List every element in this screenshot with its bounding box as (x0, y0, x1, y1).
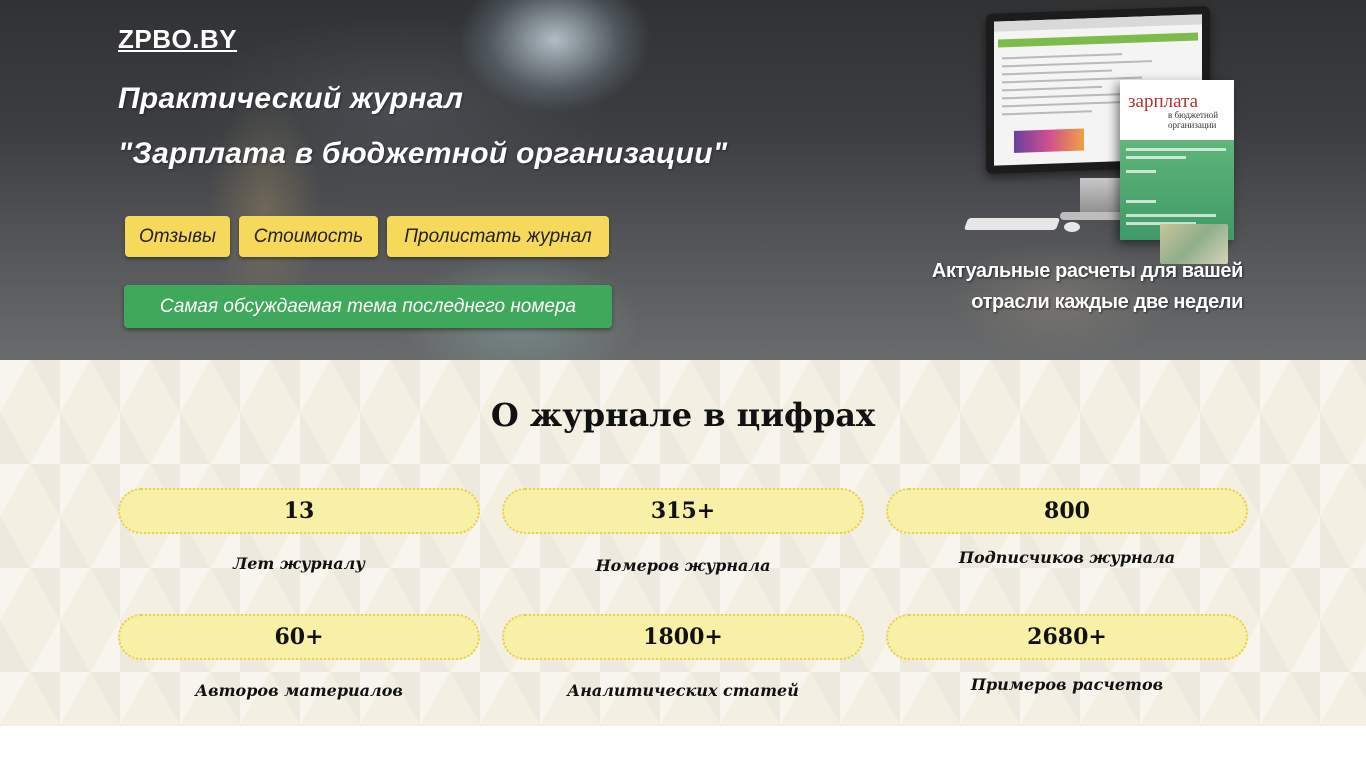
stat-issues-label: Номеров журнала (595, 556, 771, 575)
price-button[interactable]: Стоимость (239, 216, 378, 257)
stat-subscribers-value: 800 (886, 488, 1248, 534)
stat-subscribers-label: Подписчиков журнала (958, 548, 1176, 567)
hero-tagline-line1: Актуальные расчеты для вашей (931, 260, 1243, 282)
keyboard-image (963, 218, 1061, 230)
hero-title-line2: "Зарплата в бюджетной организации" (118, 137, 728, 170)
stat-authors-value: 60+ (118, 614, 480, 660)
stat-years-value: 13 (118, 488, 480, 534)
mouse-image (1064, 222, 1080, 232)
product-image: зарплата в бюджетной организации (960, 6, 1250, 264)
stat-authors-label: Авторов материалов (195, 681, 403, 700)
hot-topic-button[interactable]: Самая обсуждаемая тема последнего номера (124, 285, 612, 328)
stat-years-label: Лет журналу (233, 554, 365, 573)
stat-articles-value: 1800+ (502, 614, 864, 660)
hero-title-line1: Практический журнал (118, 82, 464, 115)
magazine-cover-title: зарплата (1128, 91, 1198, 112)
hero-tagline: Актуальные расчеты для вашей отрасли каж… (913, 256, 1243, 318)
hero-tagline-line2: отрасли каждые две недели (971, 291, 1243, 313)
flip-magazine-button[interactable]: Пролистать журнал (387, 216, 609, 257)
stat-articles-label: Аналитических статей (567, 681, 799, 700)
magazine-cover: зарплата в бюджетной организации (1120, 80, 1234, 264)
stats-section: О журнале в цифрах 13 Лет журналу 315+ Н… (0, 360, 1366, 726)
hero-banner: ZPBO.BY Практический журнал "Зарплата в … (0, 0, 1366, 360)
reviews-button[interactable]: Отзывы (125, 216, 230, 257)
site-logo[interactable]: ZPBO.BY (118, 24, 237, 55)
stats-title: О журнале в цифрах (490, 396, 876, 434)
stat-examples-value: 2680+ (886, 614, 1248, 660)
stat-issues-value: 315+ (502, 488, 864, 534)
stat-examples-label: Примеров расчетов (970, 675, 1164, 694)
magazine-cover-subtitle: в бюджетной организации (1168, 110, 1219, 130)
